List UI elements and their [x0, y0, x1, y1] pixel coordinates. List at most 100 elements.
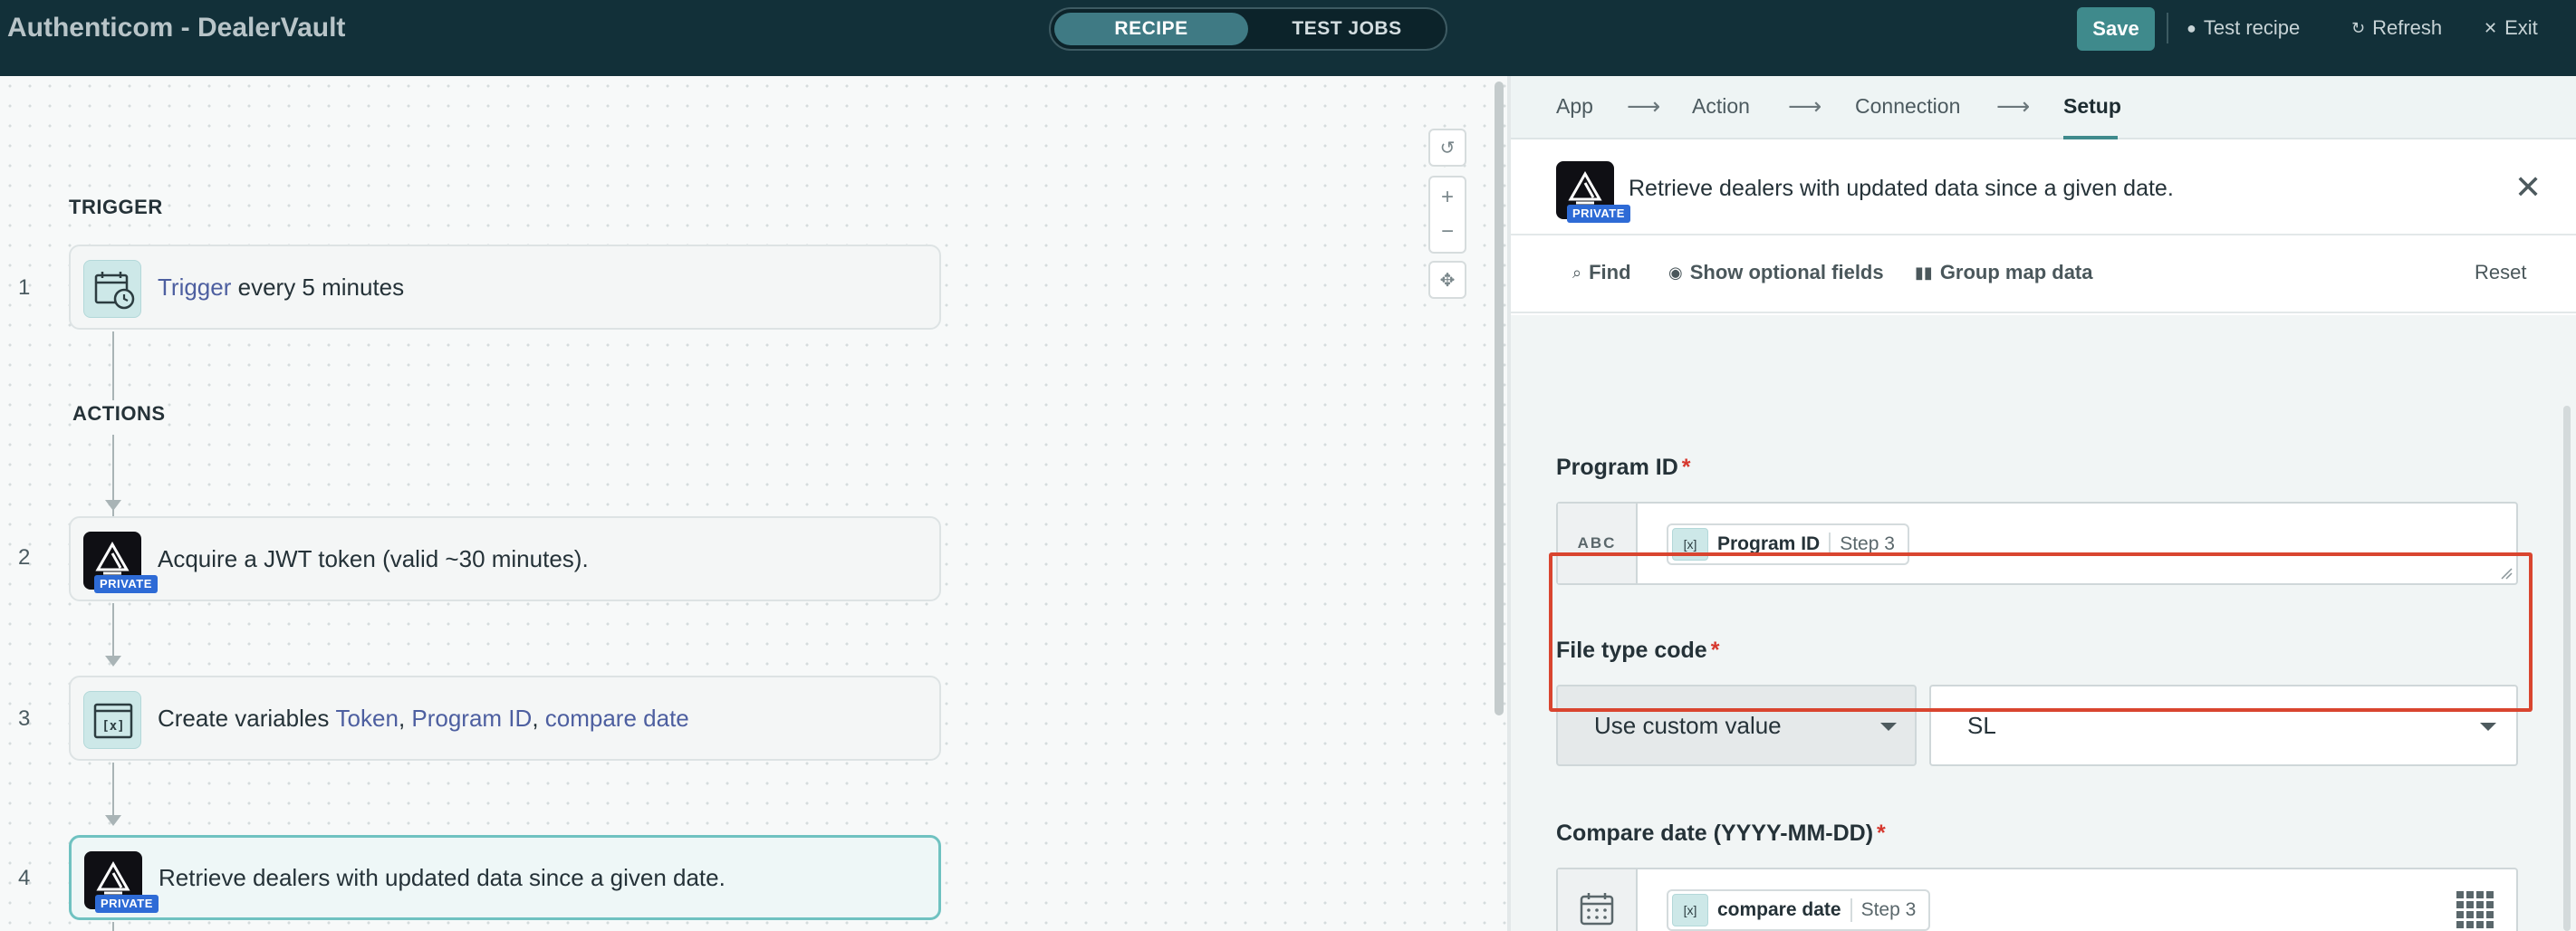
- date-picker-grid-icon[interactable]: [2455, 889, 2494, 929]
- step-text: Retrieve dealers with updated data since…: [159, 863, 726, 891]
- private-badge: PRIVATE: [94, 575, 158, 593]
- columns-icon: ▮▮: [1915, 263, 1933, 282]
- wizard-step-connection[interactable]: Connection: [1855, 94, 1960, 119]
- value-mode-text: Use custom value: [1594, 711, 1782, 739]
- tab-recipe[interactable]: RECIPE: [1054, 13, 1248, 45]
- close-panel-icon[interactable]: ✕: [2514, 168, 2542, 206]
- zoom-in-icon[interactable]: +: [1441, 180, 1454, 215]
- eye-icon: ◉: [1668, 263, 1683, 282]
- connector-arrow: [105, 815, 121, 826]
- connector-line: [112, 435, 114, 529]
- action-header: PRIVATE Retrieve dealers with updated da…: [1511, 141, 2576, 235]
- wizard-step-setup[interactable]: Setup: [2063, 94, 2121, 119]
- connector-line: [112, 763, 114, 819]
- variable-program-id-link[interactable]: Program ID: [411, 705, 532, 733]
- required-marker: *: [1681, 455, 1691, 480]
- label-text: Program ID: [1556, 455, 1678, 480]
- authenticom-logo-icon: PRIVATE: [1556, 161, 1630, 223]
- show-optional-label: Show optional fields: [1689, 261, 1884, 283]
- step-number: 3: [18, 706, 31, 731]
- highlight-box: [1549, 552, 2533, 712]
- undo-icon: ↺: [1439, 138, 1456, 158]
- show-optional-fields-button[interactable]: ◉ Show optional fields: [1668, 261, 1884, 284]
- step-number: 2: [18, 545, 31, 570]
- divider: [1850, 898, 1852, 922]
- trigger-section-label: TRIGGER: [69, 196, 163, 218]
- exit-button[interactable]: ✕ Exit: [2484, 14, 2538, 42]
- reset-view-button[interactable]: ↺: [1428, 129, 1466, 167]
- canvas-scrollbar[interactable]: [1495, 82, 1504, 715]
- actions-section-label: ACTIONS: [72, 400, 166, 427]
- recipe-title[interactable]: Authenticom - DealerVault: [7, 13, 345, 43]
- step-card-retrieve-dealers[interactable]: PRIVATE Retrieve dealers with updated da…: [69, 835, 941, 920]
- play-circle-icon: ●: [2187, 18, 2196, 37]
- recipe-canvas[interactable]: TRIGGER 1 Trigger every 5 minutes ACTION…: [0, 76, 1507, 931]
- pill-name: compare date: [1717, 899, 1841, 920]
- zoom-controls: + −: [1428, 176, 1466, 254]
- scheduler-icon: [83, 260, 141, 318]
- variable-compare-date-link[interactable]: compare date: [545, 705, 689, 733]
- find-button[interactable]: ⌕ Find: [1572, 261, 1631, 284]
- test-recipe-label: Test recipe: [2203, 16, 2301, 39]
- tab-test-jobs[interactable]: TEST JOBS: [1252, 13, 1442, 45]
- reset-button[interactable]: Reset: [2475, 261, 2526, 284]
- refresh-button[interactable]: ↻ Refresh: [2351, 14, 2442, 42]
- step-card-create-variables[interactable]: [x] Create variables Token, Program ID, …: [69, 676, 941, 761]
- trigger-link[interactable]: Trigger: [158, 274, 231, 302]
- mode-toggle: RECIPE TEST JOBS: [1049, 7, 1447, 51]
- separator: ,: [398, 704, 412, 732]
- save-button[interactable]: Save: [2077, 7, 2155, 51]
- panel-scrollbar[interactable]: [2563, 406, 2571, 931]
- connector-arrow: [105, 500, 121, 511]
- move-icon: ✥: [1439, 270, 1456, 291]
- trigger-text: every 5 minutes: [231, 273, 405, 301]
- program-id-label: Program ID *: [1556, 455, 1691, 481]
- compare-date-label: Compare date (YYYY-MM-DD) *: [1556, 821, 1886, 847]
- variable-token-link[interactable]: Token: [336, 705, 399, 733]
- connector-line: [112, 922, 114, 931]
- divider: [2167, 13, 2168, 43]
- connector-arrow: [105, 656, 121, 667]
- top-bar: Authenticom - DealerVault RECIPE TEST JO…: [0, 0, 2576, 76]
- active-step-indicator: [2063, 136, 2118, 139]
- datapill-compare-date[interactable]: [x] compare date Step 3: [1667, 889, 1931, 931]
- action-title: Retrieve dealers with updated data since…: [1629, 176, 2174, 201]
- group-map-label: Group map data: [1939, 261, 2093, 283]
- find-label: Find: [1589, 261, 1631, 283]
- required-marker: *: [1877, 821, 1886, 846]
- search-icon: ⌕: [1572, 263, 1582, 282]
- wizard-steps: App ⟶ Action ⟶ Connection ⟶ Setup: [1511, 76, 2576, 139]
- arrow-right-icon: ⟶: [1627, 92, 1661, 120]
- group-map-data-button[interactable]: ▮▮ Group map data: [1915, 261, 2093, 284]
- arrow-right-icon: ⟶: [1996, 92, 2031, 120]
- chevron-down-icon[interactable]: [2480, 723, 2496, 731]
- compare-date-field[interactable]: [x] compare date Step 3: [1556, 868, 2518, 931]
- step-text: Create variables Token, Program ID, comp…: [158, 677, 689, 759]
- step-card-acquire-token[interactable]: PRIVATE Acquire a JWT token (valid ~30 m…: [69, 516, 941, 601]
- authenticom-logo-icon: PRIVATE: [84, 851, 159, 913]
- connector-line: [112, 603, 114, 657]
- wizard-step-app[interactable]: App: [1556, 94, 1593, 119]
- refresh-label: Refresh: [2372, 16, 2443, 39]
- file-type-code-value: SL: [1967, 711, 1996, 739]
- step-config-panel: App ⟶ Action ⟶ Connection ⟶ Setup PRIVAT…: [1511, 76, 2576, 931]
- form-toolbar: ⌕ Find ◉ Show optional fields ▮▮ Group m…: [1511, 237, 2576, 313]
- private-badge: PRIVATE: [1567, 205, 1630, 223]
- svg-text:[x]: [x]: [101, 719, 124, 734]
- test-recipe-button[interactable]: ● Test recipe: [2187, 14, 2300, 42]
- calendar-icon: [1558, 869, 1638, 931]
- variables-icon: [x]: [1672, 894, 1708, 926]
- close-icon: ✕: [2484, 18, 2498, 37]
- private-badge: PRIVATE: [95, 895, 159, 913]
- wizard-step-action[interactable]: Action: [1692, 94, 1750, 119]
- step-card-trigger[interactable]: Trigger every 5 minutes: [69, 245, 941, 330]
- exit-label: Exit: [2504, 16, 2538, 39]
- step-number: 4: [18, 866, 31, 890]
- pill-step: Step 3: [1860, 899, 1917, 920]
- fit-view-button[interactable]: ✥: [1428, 261, 1466, 299]
- step-text: Acquire a JWT token (valid ~30 minutes).: [158, 544, 589, 572]
- label-text: Compare date (YYYY-MM-DD): [1556, 821, 1874, 846]
- step-number: 1: [18, 275, 31, 300]
- zoom-out-icon[interactable]: −: [1441, 215, 1454, 249]
- authenticom-logo-icon: PRIVATE: [83, 532, 158, 593]
